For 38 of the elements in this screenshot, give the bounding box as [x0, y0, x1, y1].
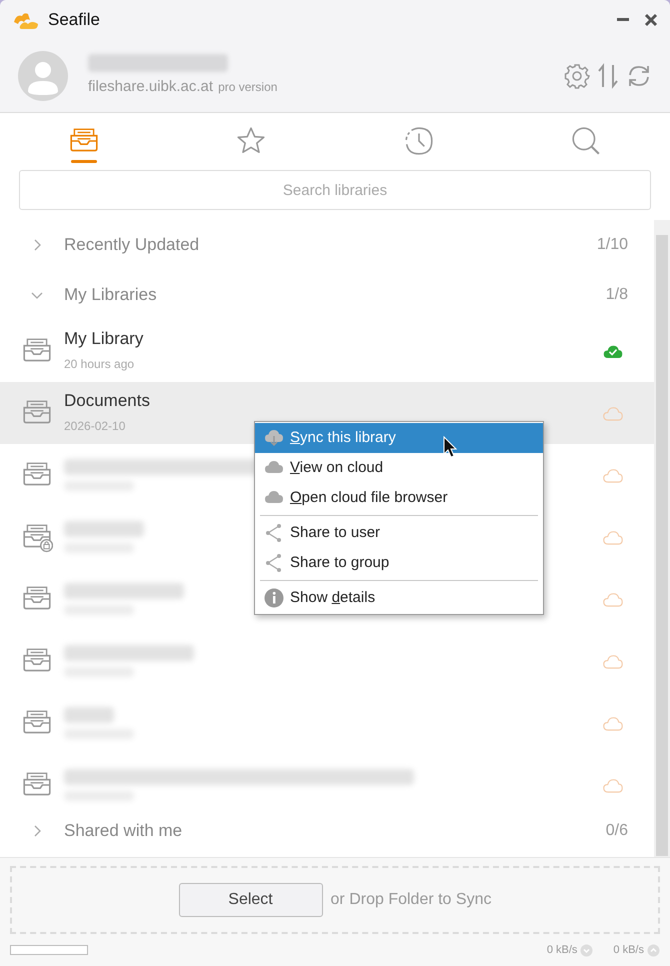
transfer-arrows-icon[interactable]: [596, 63, 620, 89]
section-count: 0/6: [606, 821, 628, 841]
settings-icon[interactable]: [564, 63, 590, 89]
cloud-download-icon: [263, 427, 285, 449]
close-icon[interactable]: [644, 13, 658, 27]
library-name[interactable]: Documents: [64, 391, 150, 411]
menu-item[interactable]: View on cloud: [255, 453, 543, 483]
scrollbar[interactable]: [654, 220, 670, 857]
history-icon: [402, 124, 435, 156]
section-header[interactable]: Shared with me 0/6: [0, 816, 654, 846]
section-count: 1/10: [596, 235, 628, 255]
avatar-icon: [18, 51, 68, 101]
section-header[interactable]: Recently Updated 1/10: [0, 220, 654, 270]
section-title: Recently Updated: [64, 234, 200, 256]
download-rate: 0 kB/s: [546, 942, 578, 958]
edition-label: pro version: [218, 78, 278, 96]
drop-zone[interactable]: Select or Drop Folder to Sync: [10, 866, 660, 934]
server-address: fileshare.uibk.ac.at: [88, 76, 214, 97]
section-count: 1/8: [606, 285, 628, 305]
library-updated: 20 hours ago: [64, 356, 136, 373]
refresh-icon[interactable]: [626, 63, 652, 89]
menu-item[interactable]: Sync this library: [255, 423, 543, 453]
menu-item[interactable]: Open cloud file browser: [255, 483, 543, 513]
info-icon: [263, 587, 285, 609]
select-button[interactable]: Select: [178, 883, 323, 917]
section-header[interactable]: My Libraries 1/8: [0, 270, 654, 320]
section-title: Shared with me: [64, 820, 184, 842]
drop-hint: or Drop Folder to Sync: [330, 890, 492, 910]
library-name[interactable]: My Library: [64, 329, 144, 349]
library-updated: 2026-02-10: [64, 418, 126, 435]
menu-item[interactable]: Show details: [255, 583, 543, 613]
search-icon: [570, 124, 602, 156]
window-title: Seafile: [48, 9, 100, 32]
menu-item[interactable]: Share to user: [255, 518, 543, 548]
upload-rate: 0 kB/s: [613, 942, 644, 958]
search-field[interactable]: Search libraries: [19, 170, 651, 210]
menu-item[interactable]: Share to group: [255, 548, 543, 578]
section-title: My Libraries: [64, 284, 158, 306]
